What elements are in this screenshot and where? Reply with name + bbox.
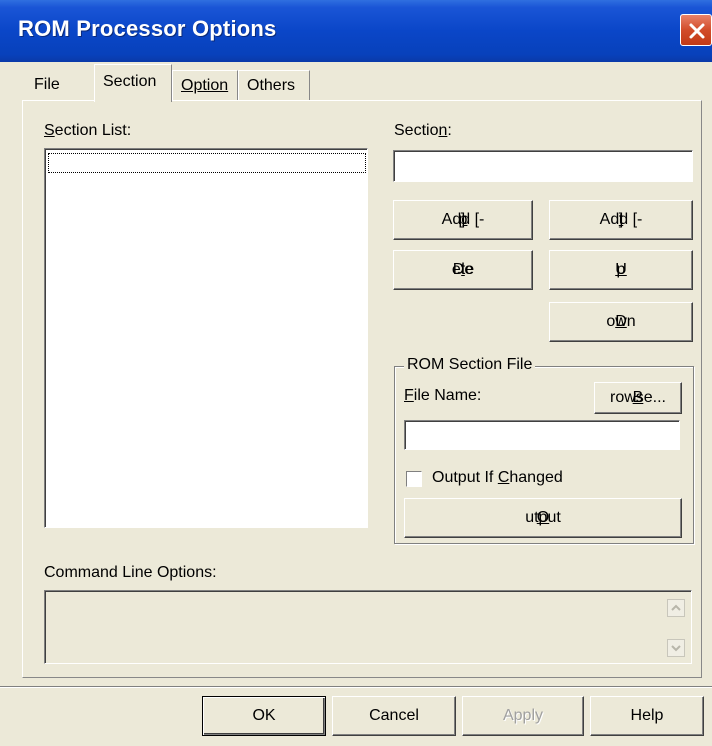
tab-label: Option bbox=[181, 77, 228, 94]
tab-option[interactable]: Option bbox=[172, 70, 238, 100]
output-button[interactable]: Output bbox=[404, 498, 682, 538]
output-if-changed-checkbox[interactable] bbox=[406, 471, 422, 487]
command-line-textarea bbox=[44, 590, 692, 664]
help-button[interactable]: Help bbox=[590, 696, 704, 736]
tab-option-text: Option bbox=[181, 77, 229, 94]
ok-button[interactable]: OK bbox=[202, 696, 326, 736]
add-t-button[interactable]: Add [- t] bbox=[549, 200, 693, 240]
tab-section[interactable]: Section bbox=[94, 64, 172, 102]
command-line-label: Command Line Options: bbox=[44, 564, 217, 581]
apply-button[interactable]: Apply bbox=[462, 696, 584, 736]
file-name-label: File Name: bbox=[404, 387, 482, 404]
output-if-changed-label: Output If Changed bbox=[432, 469, 563, 486]
delete-button[interactable]: De l ete bbox=[393, 250, 533, 290]
up-button[interactable]: Up bbox=[549, 250, 693, 290]
group-title: ROM Section File bbox=[404, 356, 536, 374]
section-list-label: Section List: bbox=[44, 122, 132, 139]
footer-separator bbox=[0, 686, 712, 688]
browse-button[interactable]: Browse... bbox=[594, 382, 682, 414]
scroll-up-button bbox=[667, 599, 685, 617]
close-button[interactable] bbox=[680, 14, 712, 46]
scroll-down-button bbox=[667, 639, 685, 657]
tab-others[interactable]: Others bbox=[238, 70, 310, 100]
close-icon bbox=[689, 23, 705, 39]
cancel-button[interactable]: Cancel bbox=[332, 696, 456, 736]
tab-label: Section bbox=[103, 73, 157, 90]
add-p-button[interactable]: Add [- p] bbox=[393, 200, 533, 240]
window-title: ROM Processor Options bbox=[18, 16, 277, 41]
down-button[interactable]: Down bbox=[549, 302, 693, 342]
tab-label: Others bbox=[247, 77, 296, 94]
tab-file[interactable]: File bbox=[26, 70, 68, 100]
chevron-down-icon bbox=[671, 645, 681, 652]
list-item[interactable] bbox=[48, 153, 366, 173]
chevron-up-icon bbox=[671, 604, 681, 611]
section-input[interactable] bbox=[393, 150, 693, 182]
title-bar: ROM Processor Options bbox=[0, 0, 712, 62]
tab-label: File bbox=[34, 76, 60, 93]
section-listbox[interactable] bbox=[44, 148, 368, 528]
file-name-input[interactable] bbox=[404, 420, 680, 450]
section-label: Section: bbox=[394, 122, 452, 139]
